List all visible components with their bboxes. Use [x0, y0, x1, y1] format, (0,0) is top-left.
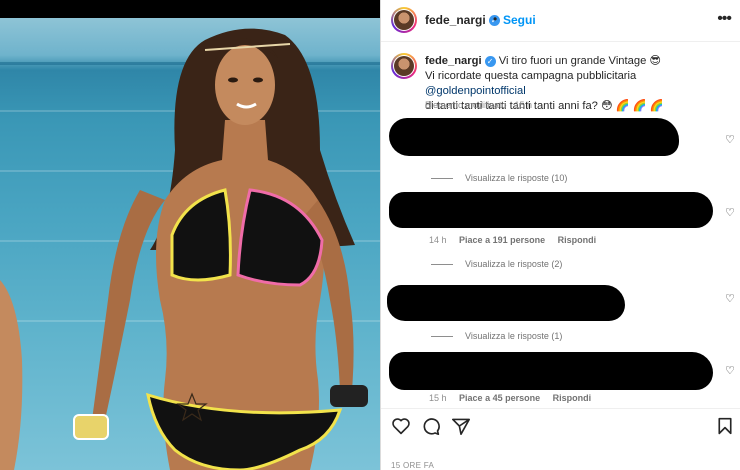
reply-button[interactable]: Rispondi	[558, 235, 597, 245]
post-side-panel: fede_nargi ✓ • Segui ••• fede_nargi ✓ Vi t…	[380, 0, 740, 470]
bookmark-icon[interactable]	[717, 417, 733, 435]
redacted-comment	[387, 285, 625, 321]
reply-button[interactable]: Rispondi	[553, 393, 592, 403]
comment-meta: 15 h Piace a 45 persone Rispondi	[429, 393, 601, 403]
caption-line-2: Vi ricordate questa campagna pubblicitar…	[425, 70, 637, 82]
separator-dot: •	[493, 12, 498, 26]
comment-likes[interactable]: Piace a 191 persone	[459, 235, 545, 245]
comment-like-heart-icon[interactable]: ♡	[725, 133, 735, 146]
heart-icon[interactable]	[391, 417, 411, 435]
caption-author-avatar[interactable]	[391, 53, 417, 79]
post-timestamp: 15 ORE FA	[391, 461, 435, 470]
post-action-bar	[381, 408, 740, 442]
redacted-comment	[389, 118, 679, 156]
author-username[interactable]: fede_nargi ✓	[425, 13, 500, 27]
author-avatar[interactable]	[391, 7, 417, 33]
follow-button[interactable]: Segui	[503, 13, 536, 27]
comment-likes[interactable]: Piace a 45 persone	[459, 393, 540, 403]
comment-time: 15 h	[429, 393, 447, 403]
mention-link[interactable]: @goldenpointofficial	[425, 85, 526, 97]
caption-line-1: Vi tiro fuori un grande Vintage 😎	[498, 55, 662, 67]
caption-username[interactable]: fede_nargi	[425, 55, 482, 67]
post-header: fede_nargi ✓ • Segui •••	[381, 0, 740, 42]
woman-figure-illustration	[0, 28, 368, 470]
verified-badge-icon: ✓	[484, 55, 496, 67]
redacted-comment	[389, 352, 713, 390]
comment-like-heart-icon[interactable]: ♡	[725, 206, 735, 219]
caption-meta: Elemento modificato · 15 h	[425, 100, 533, 110]
comment-meta: 14 h Piace a 191 persone Rispondi	[429, 235, 606, 245]
post-photo[interactable]	[0, 0, 380, 470]
comment-like-heart-icon[interactable]: ♡	[725, 292, 735, 305]
redacted-comment	[389, 192, 713, 228]
share-icon[interactable]	[451, 417, 471, 435]
comment-icon[interactable]	[421, 417, 441, 435]
comment-like-heart-icon[interactable]: ♡	[725, 364, 735, 377]
view-replies-link[interactable]: Visualizza le risposte (2)	[431, 259, 562, 269]
comment-time: 14 h	[429, 235, 447, 245]
more-options-icon[interactable]: •••	[717, 11, 732, 27]
view-replies-link[interactable]: Visualizza le risposte (1)	[431, 331, 562, 341]
view-replies-link[interactable]: Visualizza le risposte (10)	[431, 173, 567, 183]
